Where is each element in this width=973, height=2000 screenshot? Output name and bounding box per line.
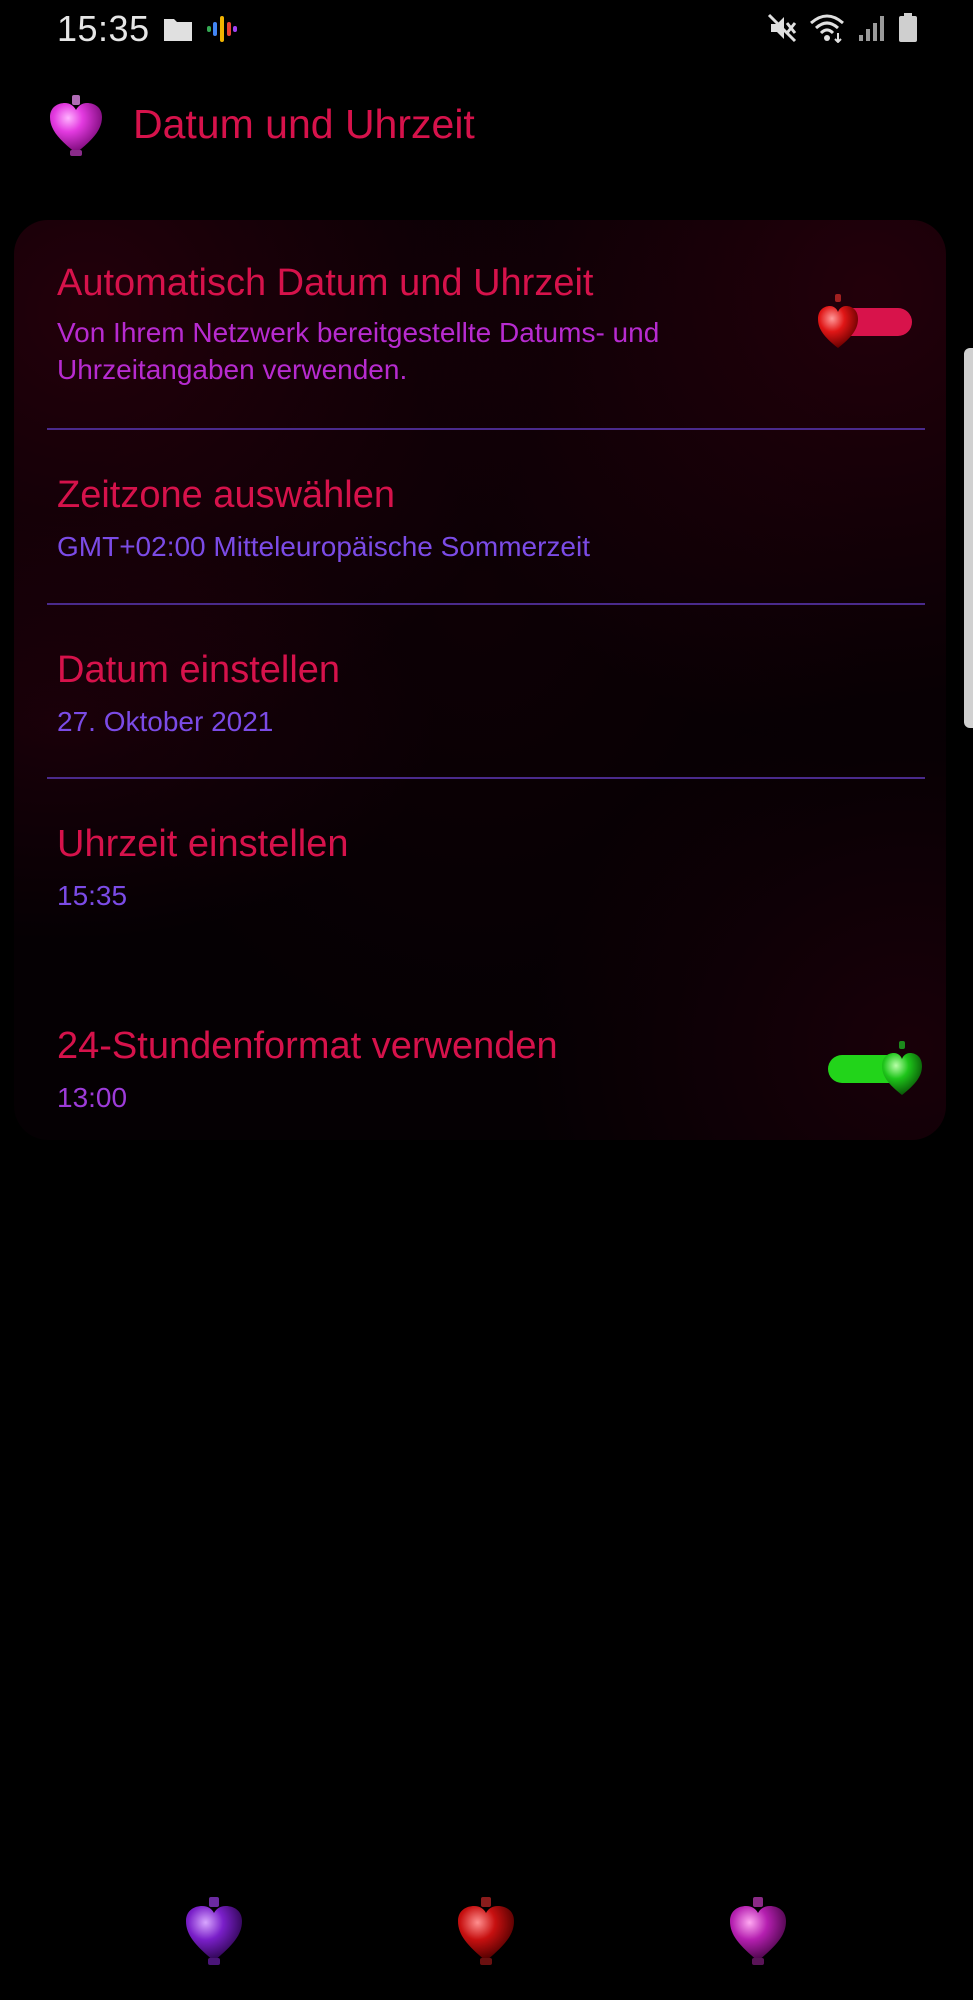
home-button[interactable] bbox=[455, 1895, 517, 1972]
wifi-icon bbox=[809, 13, 845, 48]
page-title: Datum und Uhrzeit bbox=[133, 101, 475, 147]
heart-bottle-icon bbox=[48, 95, 104, 162]
setting-24h-format[interactable]: 24-Stundenformat verwenden 13:00 bbox=[14, 969, 946, 1140]
setting-time[interactable]: Uhrzeit einstellen 15:35 bbox=[14, 779, 946, 969]
signal-icon bbox=[857, 13, 885, 48]
24h-format-toggle[interactable] bbox=[824, 1037, 924, 1108]
status-time: 15:35 bbox=[57, 8, 150, 49]
setting-title: Datum einstellen bbox=[57, 649, 341, 691]
setting-title: Uhrzeit einstellen bbox=[57, 823, 349, 865]
battery-icon bbox=[897, 12, 919, 49]
setting-title: Automatisch Datum und Uhrzeit bbox=[57, 262, 594, 304]
setting-subtitle: Uhrzeitangaben verwenden. bbox=[57, 354, 408, 385]
setting-auto-datetime[interactable]: Automatisch Datum und Uhrzeit Von Ihrem … bbox=[14, 220, 946, 430]
setting-title: Zeitzone auswählen bbox=[57, 474, 395, 516]
setting-title: 24-Stundenformat verwenden bbox=[57, 1025, 558, 1067]
setting-timezone[interactable]: Zeitzone auswählen GMT+02:00 Mitteleurop… bbox=[14, 430, 946, 604]
podcast-icon bbox=[207, 14, 237, 49]
status-left-icons bbox=[163, 14, 237, 49]
scroll-indicator[interactable] bbox=[964, 348, 973, 728]
setting-subtitle: 13:00 bbox=[57, 1082, 128, 1113]
setting-subtitle: Von Ihrem Netzwerk bereitgestellte Datum… bbox=[57, 317, 660, 348]
folder-icon bbox=[163, 16, 193, 47]
settings-card: Automatisch Datum und Uhrzeit Von Ihrem … bbox=[14, 220, 946, 1140]
nav-bar bbox=[0, 1895, 973, 1985]
back-button[interactable] bbox=[727, 1895, 789, 1972]
setting-subtitle: 27. Oktober 2021 bbox=[57, 706, 274, 737]
auto-datetime-toggle[interactable] bbox=[816, 290, 916, 361]
setting-subtitle: 15:35 bbox=[57, 880, 128, 911]
app-bar: Datum und Uhrzeit bbox=[0, 85, 973, 170]
status-bar: 15:35 bbox=[0, 0, 973, 60]
mute-icon bbox=[767, 13, 797, 48]
recents-button[interactable] bbox=[183, 1895, 245, 1972]
status-right-icons bbox=[767, 12, 919, 49]
setting-subtitle: GMT+02:00 Mitteleuropäische Sommerzeit bbox=[57, 531, 590, 562]
setting-date[interactable]: Datum einstellen 27. Oktober 2021 bbox=[14, 605, 946, 779]
